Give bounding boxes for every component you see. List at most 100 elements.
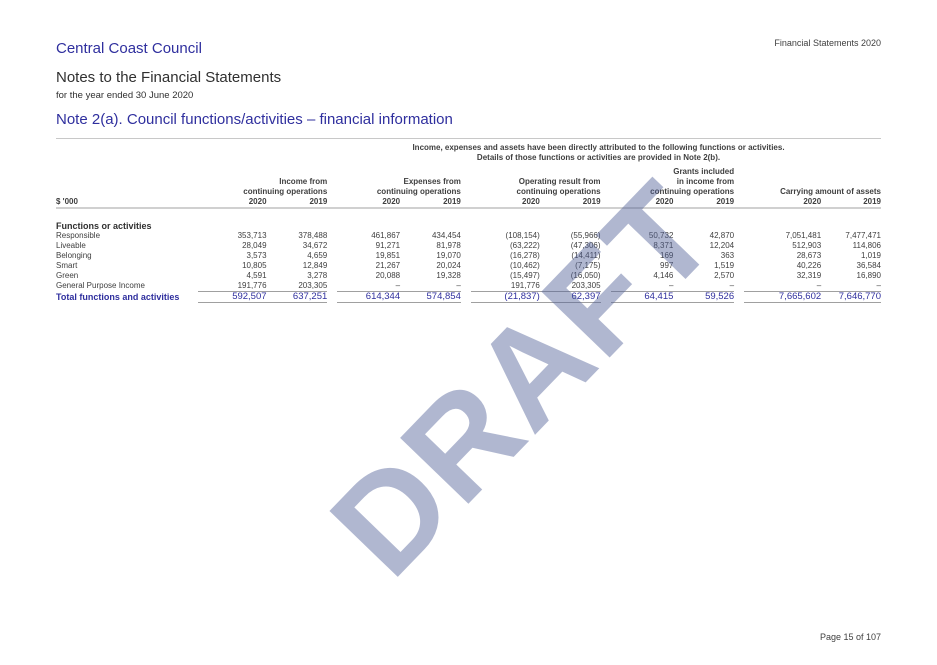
row-label: Liveable (56, 241, 86, 250)
header-divider (56, 138, 881, 139)
column-gap (601, 271, 611, 281)
cell-value: 10,805 (242, 261, 267, 270)
row-label: General Purpose Income (56, 281, 145, 291)
cell-value: 353,713 (237, 231, 267, 240)
functions-activities-table: Grants included Income from Expenses fro… (56, 167, 881, 303)
table-row: General Purpose Income 191,776 203,305– –19… (56, 281, 881, 292)
column-gap (461, 271, 471, 281)
section-heading: Functions or activities (56, 221, 152, 231)
year-2020: 2020 (610, 197, 674, 209)
cell-value: 114,806 (852, 241, 881, 250)
row-label: Belonging (56, 251, 92, 260)
cell-value: 434,454 (431, 231, 461, 240)
cell-value: 3,573 (246, 251, 267, 260)
cell-value: 4,591 (246, 271, 267, 280)
column-gap (601, 281, 611, 292)
column-gap (461, 251, 471, 261)
table-row: Responsible 353,713 378,488 461,867 434,454 (… (56, 231, 881, 241)
cell-value: – (337, 281, 401, 292)
header-row-3: continuing operations continuing operati… (56, 187, 881, 197)
table-row: Smart 10,805 12,849 21,267 20,024 (10,462) (7,… (56, 261, 881, 271)
cell-value: 36,584 (856, 261, 881, 270)
cell-value: 203,305 (266, 281, 328, 292)
cell-value: – (610, 281, 674, 292)
cell-value: (15,497) (510, 271, 540, 280)
cell-value: 4,146 (653, 271, 674, 280)
row-label: Responsible (56, 231, 101, 240)
row-label: Green (56, 271, 79, 280)
cell-value: (14,411) (571, 251, 601, 260)
unit-label: $ '000 (56, 197, 198, 209)
page-number: Page 15 of 107 (819, 632, 881, 642)
cell-value: 40,226 (796, 261, 822, 270)
total-value: 574,854 (400, 291, 461, 303)
income-header-line-3: continuing operations (243, 187, 328, 196)
operating-header-line-2: Operating result from (518, 177, 601, 186)
cell-value: – (400, 281, 461, 292)
cell-value: 19,070 (436, 251, 461, 260)
year-2019: 2019 (821, 197, 881, 209)
cell-value: 191,776 (197, 281, 267, 292)
column-gap (601, 292, 611, 303)
grants-header-line-3: continuing operations (650, 187, 735, 196)
cell-value: 2,570 (714, 271, 735, 280)
year-2019: 2019 (539, 197, 601, 209)
cell-value: 12,204 (709, 241, 735, 250)
header-row-1: Grants included (56, 167, 881, 177)
cell-value: 34,672 (302, 241, 328, 250)
column-gap (327, 251, 337, 261)
column-gap (734, 251, 744, 261)
cell-value: (16,278) (510, 251, 540, 260)
column-gap (734, 231, 744, 241)
year-2019: 2019 (673, 197, 735, 209)
column-gap (601, 241, 611, 251)
cell-value: 7,051,481 (785, 231, 822, 240)
cell-value: 3,278 (307, 271, 328, 280)
cell-value: 42,870 (709, 231, 735, 240)
column-gap (327, 231, 337, 241)
total-row: Total functions and activities 592,507 637… (56, 291, 881, 303)
column-gap (461, 292, 471, 303)
cell-value: 32,319 (796, 271, 822, 280)
row-label: Smart (56, 261, 78, 270)
column-gap (601, 251, 611, 261)
cell-value: 997 (660, 261, 674, 270)
running-head: Financial Statements 2020 (774, 38, 881, 48)
year-2020: 2020 (744, 197, 822, 209)
cell-value: 7,477,471 (845, 231, 881, 240)
column-gap (734, 271, 744, 281)
column-gap (461, 241, 471, 251)
cell-value: 28,673 (796, 251, 822, 260)
cell-value: 21,267 (375, 261, 401, 270)
table-row: Liveable 28,049 34,672 91,271 81,978 (63,222)… (56, 241, 881, 251)
total-value: 59,526 (673, 291, 735, 303)
cell-value: (108,154) (505, 231, 540, 240)
year-2019: 2019 (266, 197, 328, 209)
column-gap (734, 241, 744, 251)
document-subtitle: for the year ended 30 June 2020 (56, 90, 194, 101)
section-heading-row: Functions or activities (56, 208, 881, 231)
cell-value: 512,903 (792, 241, 822, 250)
cell-value: – (744, 281, 822, 292)
income-header-line-2: Income from (279, 177, 328, 186)
cell-value: – (673, 281, 735, 292)
cell-value: 461,867 (371, 231, 401, 240)
total-label: Total functions and activities (56, 292, 180, 302)
cell-value: 19,328 (436, 271, 461, 280)
header-row-2: Income from Expenses from Operating resu… (56, 177, 881, 187)
total-value: 64,415 (610, 291, 674, 303)
intro-line-2: Details of those functions or activities… (476, 153, 721, 162)
expenses-header-line-3: continuing operations (376, 187, 461, 196)
year-2020: 2020 (470, 197, 540, 209)
column-gap (327, 261, 337, 271)
cell-value: 81,978 (436, 241, 461, 250)
total-value: 592,507 (197, 291, 267, 303)
cell-value: 12,849 (302, 261, 328, 270)
column-gap (601, 231, 611, 241)
intro-line-1: Income, expenses and assets have been di… (412, 143, 785, 152)
total-value: (21,837) (470, 291, 540, 303)
column-gap (327, 292, 337, 303)
cell-value: 191,776 (470, 281, 540, 292)
cell-value: 50,732 (648, 231, 674, 240)
cell-value: 16,890 (856, 271, 881, 280)
